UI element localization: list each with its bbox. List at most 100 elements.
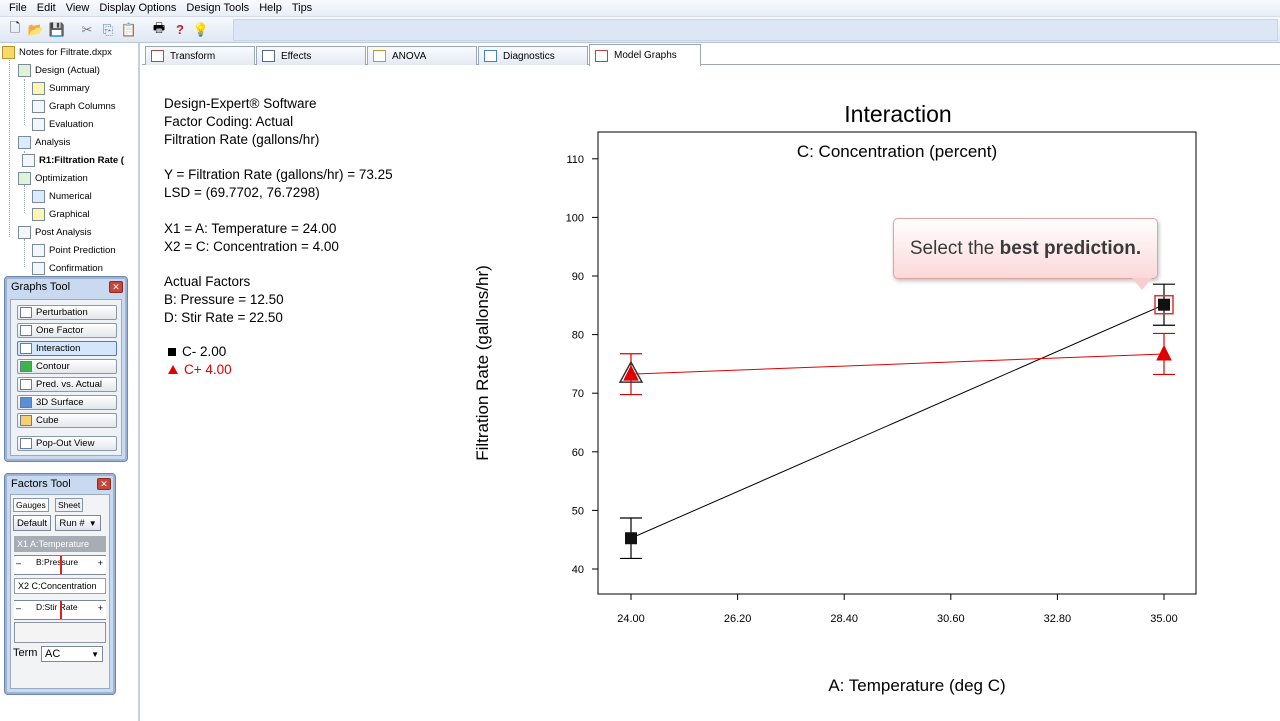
menu-display-options[interactable]: Display Options [94, 0, 181, 16]
minus-icon: – [16, 558, 22, 568]
legend-low: C- 2.00 [168, 344, 226, 359]
factor-row-temperature[interactable]: X1 A:Temperature [14, 536, 106, 552]
default-button[interactable]: Default [13, 515, 51, 531]
pred-vs-actual-button[interactable]: Pred. vs. Actual [17, 377, 117, 392]
data-point-triangle [623, 365, 639, 381]
tab-model-graphs[interactable]: Model Graphs [589, 44, 701, 66]
tree-item-label: R1:Filtration Rate ( [39, 154, 124, 166]
tree-item-analysis[interactable]: Analysis [18, 134, 70, 150]
factor-row-concentration[interactable]: X2 C:Concentration [14, 578, 106, 594]
factors-tool-titlebar[interactable]: Factors Tool ✕ [5, 474, 115, 494]
stir-rate-slider-handle[interactable] [60, 601, 62, 619]
data-point-square [625, 532, 637, 545]
actual-factors-heading: Actual Factors [164, 274, 251, 289]
tree-item-label: Summary [49, 82, 90, 94]
magnifier-icon [32, 117, 45, 131]
x-tick-label: 26.20 [724, 613, 752, 625]
pop-out-icon [20, 438, 32, 449]
data-point-triangle [1156, 344, 1172, 361]
gauges-tab[interactable]: Gauges [13, 498, 49, 512]
tree-item-label: Confirmation [49, 262, 103, 274]
tree-item-label: Graph Columns [49, 100, 116, 112]
prediction-callout: Select the best prediction. [893, 218, 1158, 279]
run-number-dropdown[interactable]: Run # ▼ [55, 515, 101, 531]
stir-rate-label: D:Stir Rate [36, 602, 78, 612]
confirmation-icon [32, 261, 45, 275]
menu-tips[interactable]: Tips [287, 0, 317, 16]
graphs-tool-window[interactable]: Graphs Tool ✕ Perturbation One Factor In… [4, 276, 128, 462]
interaction-chart: C: Concentration (percent) 40 50 60 70 80 90 10… [473, 131, 1197, 695]
tree-root-notes[interactable]: Notes for Filtrate.dxpx [2, 44, 112, 60]
x-tick-label: 30.60 [937, 613, 965, 625]
help-icon[interactable]: ? [171, 21, 189, 39]
term-label: Term [13, 647, 38, 659]
perturbation-button[interactable]: Perturbation [17, 305, 117, 320]
factor-coding: Factor Coding: Actual [164, 114, 294, 129]
menu-help[interactable]: Help [254, 0, 287, 16]
default-label: Default [16, 517, 48, 529]
stir-rate-slider[interactable]: – D:Stir Rate + [14, 600, 106, 620]
anova-icon [373, 50, 386, 62]
menu-file[interactable]: File [4, 0, 32, 16]
copy-icon[interactable]: ⎘ [99, 21, 117, 39]
data-point-square [1158, 298, 1170, 311]
minus-icon: – [16, 603, 22, 613]
tree-item-numerical[interactable]: Numerical [32, 188, 92, 204]
tab-effects[interactable]: Effects [256, 46, 366, 65]
callout-prefix: Select the [909, 237, 1000, 259]
x2-setting: X2 = C: Concentration = 4.00 [164, 239, 339, 254]
interaction-icon [20, 343, 32, 354]
chart-title: Interaction [844, 101, 952, 127]
factors-tool-title: Factors Tool [11, 478, 71, 490]
y-tick-label: 100 [566, 212, 584, 224]
tree-item-design[interactable]: Design (Actual) [18, 62, 100, 78]
tree-item-summary[interactable]: Summary [32, 80, 90, 96]
menu-design-tools[interactable]: Design Tools [181, 0, 254, 16]
tab-diagnostics[interactable]: Diagnostics [478, 46, 588, 65]
tree-item-graphical[interactable]: Graphical [32, 206, 90, 222]
tab-transform[interactable]: Transform [145, 46, 255, 65]
3d-surface-button[interactable]: 3D Surface [17, 395, 117, 410]
tree-item-optimization[interactable]: Optimization [18, 170, 88, 186]
tree-item-post-analysis[interactable]: Post Analysis [18, 224, 92, 240]
cube-button[interactable]: Cube [17, 413, 117, 428]
one-factor-icon [20, 325, 32, 336]
save-icon[interactable]: 💾 [48, 21, 66, 39]
legend-high: C+ 4.00 [168, 362, 232, 377]
one-factor-button[interactable]: One Factor [17, 323, 117, 338]
cube-label: Cube [36, 415, 59, 426]
tip-lightbulb-icon[interactable]: 💡 [192, 21, 210, 39]
pressure-slider[interactable]: – B:Pressure + [14, 555, 106, 575]
menu-view[interactable]: View [61, 0, 95, 16]
tab-anova[interactable]: ANOVA [367, 46, 477, 65]
print-icon[interactable]: 🖶 [150, 20, 168, 39]
interaction-button[interactable]: Interaction [17, 341, 117, 356]
interaction-label: Interaction [36, 343, 81, 354]
close-icon[interactable]: ✕ [97, 478, 111, 490]
cut-icon[interactable]: ✂ [78, 21, 96, 39]
open-folder-icon[interactable]: 📂 [27, 21, 45, 39]
close-icon[interactable]: ✕ [109, 281, 123, 293]
x-tick-label: 35.00 [1150, 613, 1178, 625]
tree-item-r1-filtration[interactable]: R1:Filtration Rate ( [22, 152, 124, 168]
term-select[interactable]: AC ▼ [41, 646, 103, 662]
diagnostics-icon [484, 50, 497, 62]
paste-icon[interactable]: 📋 [120, 21, 138, 39]
design-grid-icon [18, 63, 31, 77]
menu-edit[interactable]: Edit [32, 0, 61, 16]
toolbar-empty-area [233, 19, 1278, 41]
factors-tool-window[interactable]: Factors Tool ✕ Gauges Sheet Default Run … [4, 473, 116, 695]
pressure-slider-handle[interactable] [60, 556, 62, 574]
tree-item-graph-columns[interactable]: Graph Columns [32, 98, 116, 114]
term-value: AC [45, 648, 61, 660]
chart-subtitle: C: Concentration (percent) [797, 142, 997, 161]
graphs-tool-titlebar[interactable]: Graphs Tool ✕ [5, 277, 127, 297]
new-file-icon[interactable]: 🗋 [6, 20, 24, 39]
pop-out-view-button[interactable]: Pop-Out View [17, 436, 117, 451]
pressure-label: B:Pressure [36, 557, 79, 567]
sheet-tab[interactable]: Sheet [55, 498, 84, 512]
tree-item-evaluation[interactable]: Evaluation [32, 116, 93, 132]
tree-item-point-prediction[interactable]: Point Prediction [32, 242, 116, 258]
contour-button[interactable]: Contour [17, 359, 117, 374]
tree-item-confirmation[interactable]: Confirmation [32, 260, 103, 276]
